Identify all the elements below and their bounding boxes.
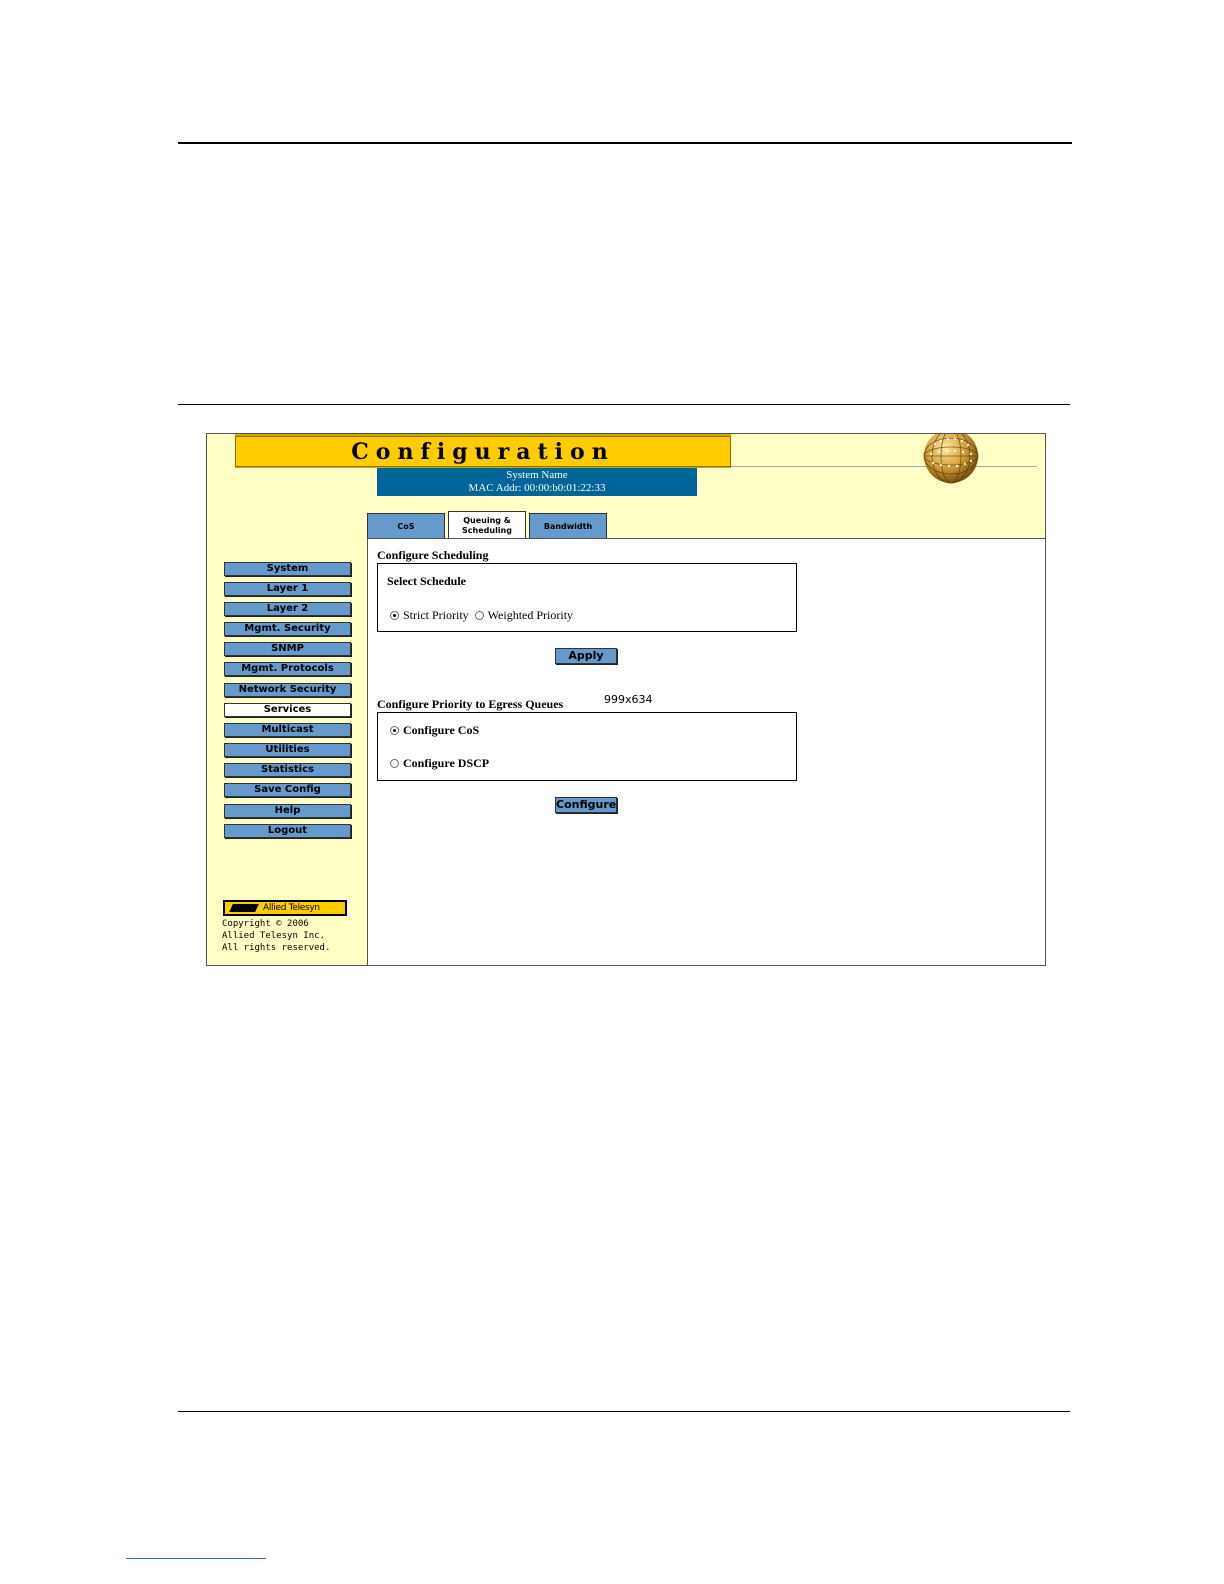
- nav-statistics-button[interactable]: Statistics: [224, 763, 351, 777]
- schedule-options: Strict Priority Weighted Priority: [390, 608, 579, 622]
- allied-telesyn-logo: Allied Telesyn: [223, 900, 347, 916]
- select-schedule-box: Select Schedule Strict Priority Weighted…: [377, 563, 797, 632]
- nav-mgmt-security-button[interactable]: Mgmt. Security: [224, 622, 351, 636]
- nav-snmp-button[interactable]: SNMP: [224, 642, 351, 656]
- copyright-notice: Copyright © 2006 Allied Telesyn Inc. All…: [222, 918, 362, 954]
- egress-section-title: Configure Priority to Egress Queues: [377, 697, 564, 711]
- egress-queue-box: Configure CoS Configure DSCP: [377, 712, 797, 781]
- system-info-panel: System Name MAC Addr: 00:00:b0:01:22:33: [377, 468, 697, 496]
- configure-cos-label: Configure CoS: [403, 723, 480, 737]
- copyright-line: Copyright © 2006: [222, 919, 309, 929]
- nav-utilities-button[interactable]: Utilities: [224, 743, 351, 757]
- nav-mgmt-protocols-button[interactable]: Mgmt. Protocols: [224, 662, 351, 676]
- apply-button[interactable]: Apply: [555, 648, 617, 664]
- configure-dscp-option: Configure DSCP: [390, 756, 495, 770]
- configure-dscp-label: Configure DSCP: [403, 756, 490, 770]
- configuration-screenshot: Configuration System Name MAC Addr: 00:0…: [206, 433, 1046, 966]
- page-rule-bottom: [178, 1411, 1070, 1412]
- left-navigation: System Layer 1 Layer 2 Mgmt. Security SN…: [207, 538, 367, 965]
- nav-layer2-button[interactable]: Layer 2: [224, 602, 351, 616]
- logo-text: Allied Telesyn: [263, 903, 320, 913]
- banner: Configuration: [235, 436, 731, 467]
- dimension-note: 999x634: [604, 693, 653, 706]
- nav-multicast-button[interactable]: Multicast: [224, 723, 351, 737]
- copyright-line: All rights reserved.: [222, 943, 331, 953]
- nav-system-button[interactable]: System: [224, 562, 351, 576]
- logo-mark-icon: [229, 904, 259, 912]
- select-schedule-label: Select Schedule: [387, 574, 466, 588]
- weighted-priority-label: Weighted Priority: [487, 608, 574, 622]
- globe-icon: [923, 434, 979, 484]
- nav-layer1-button[interactable]: Layer 1: [224, 582, 351, 596]
- nav-network-security-button[interactable]: Network Security: [224, 683, 351, 697]
- footer-link-underline: [126, 1558, 266, 1559]
- configure-dscp-radio[interactable]: [390, 758, 399, 768]
- tab-cos[interactable]: CoS: [367, 513, 445, 539]
- tab-bandwidth[interactable]: Bandwidth: [529, 513, 607, 539]
- nav-logout-button[interactable]: Logout: [224, 824, 351, 838]
- header-divider: [731, 466, 1037, 467]
- copyright-line: Allied Telesyn Inc.: [222, 931, 325, 941]
- nav-services-button[interactable]: Services: [224, 703, 351, 717]
- strict-priority-radio[interactable]: [390, 610, 399, 620]
- strict-priority-label: Strict Priority: [403, 608, 469, 622]
- configure-button[interactable]: Configure: [555, 797, 617, 813]
- system-name: System Name: [506, 469, 568, 481]
- tab-queuing-scheduling[interactable]: Queuing & Scheduling: [448, 511, 526, 539]
- weighted-priority-radio[interactable]: [474, 610, 484, 620]
- configure-cos-option: Configure CoS: [390, 723, 485, 737]
- scheduling-section-title: Configure Scheduling: [377, 548, 489, 562]
- nav-save-config-button[interactable]: Save Config: [224, 783, 351, 797]
- mac-address: MAC Addr: 00:00:b0:01:22:33: [468, 482, 606, 494]
- page-rule-middle: [178, 404, 1070, 405]
- page-rule-top: [178, 142, 1072, 144]
- configure-cos-radio[interactable]: [390, 725, 399, 735]
- main-content: Configure Scheduling Select Schedule Str…: [367, 538, 1045, 965]
- page-title: Configuration: [351, 439, 615, 465]
- nav-help-button[interactable]: Help: [224, 804, 351, 818]
